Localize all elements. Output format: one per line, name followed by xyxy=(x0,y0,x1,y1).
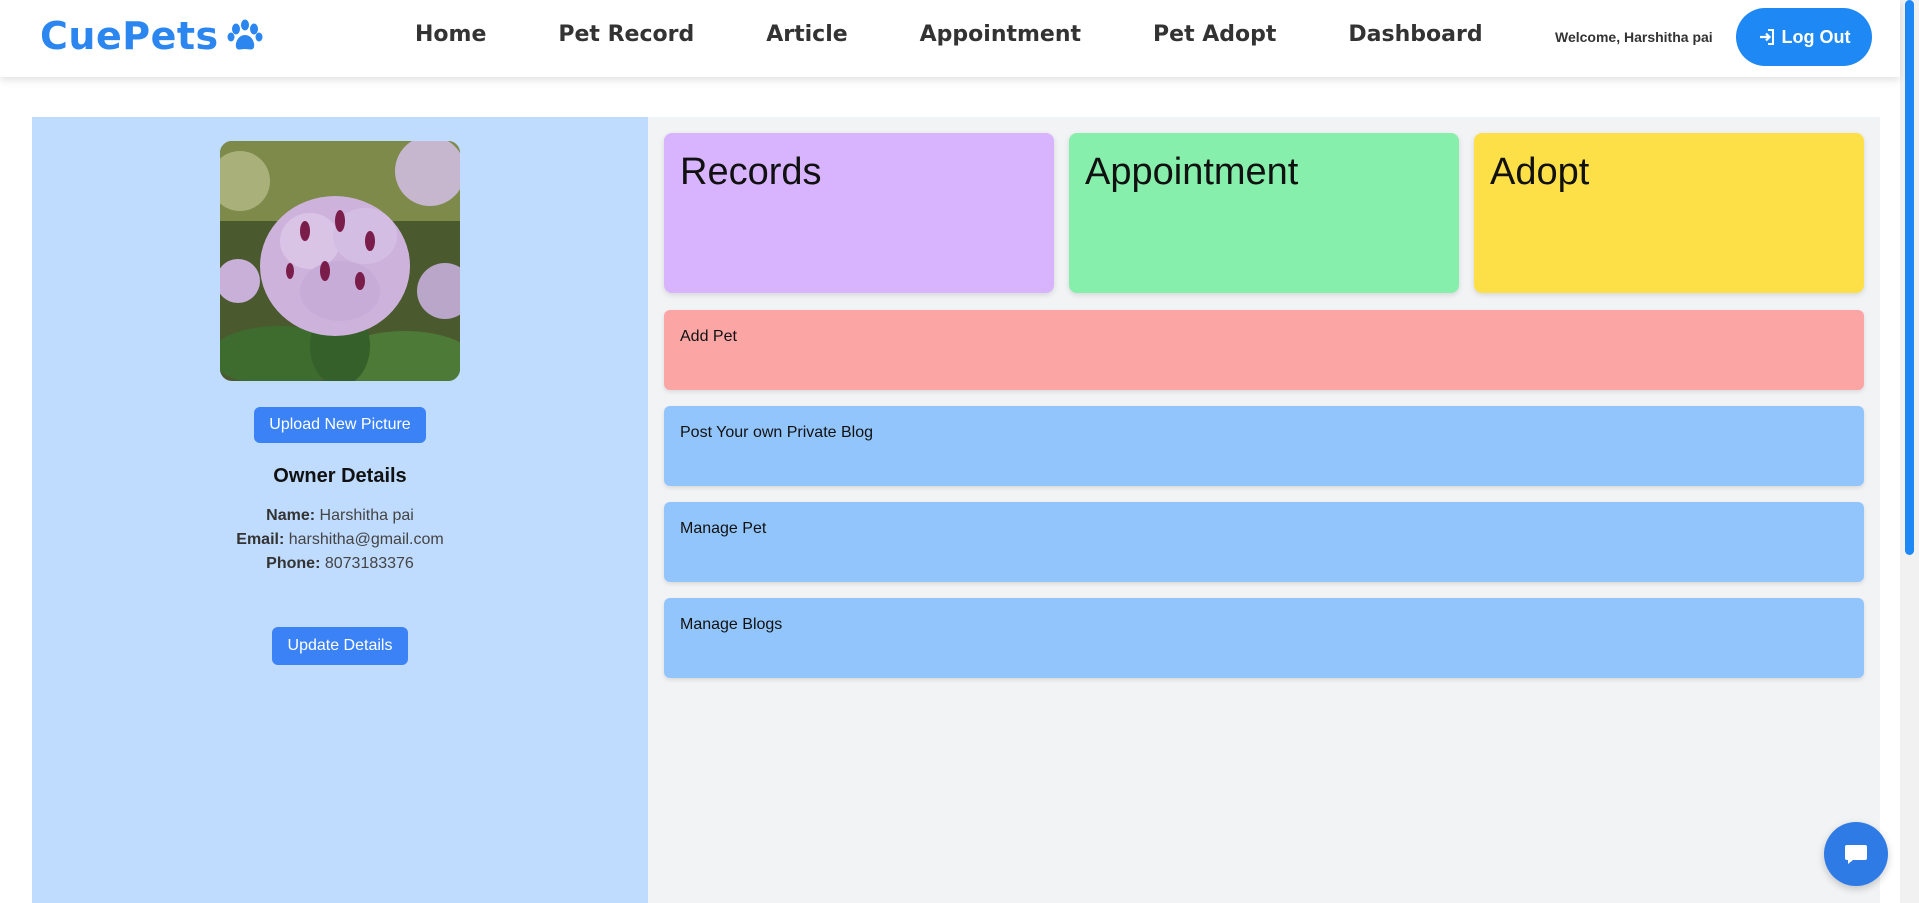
appointment-card-label: Appointment xyxy=(1085,151,1299,193)
manage-pet-button[interactable]: Manage Pet xyxy=(664,502,1864,582)
records-card-label: Records xyxy=(680,151,822,193)
owner-phone-line: Phone: 8073183376 xyxy=(32,555,648,573)
email-label: Email: xyxy=(236,531,285,548)
owner-details-title: Owner Details xyxy=(273,465,407,487)
nav-article[interactable]: Article xyxy=(766,22,847,47)
appointment-card[interactable]: Appointment xyxy=(1069,133,1459,293)
owner-name-line: Name: Harshitha pai xyxy=(32,507,648,525)
nav-dashboard[interactable]: Dashboard xyxy=(1348,22,1482,47)
paw-icon xyxy=(227,19,263,50)
owner-email-line: Email: harshitha@gmail.com xyxy=(32,531,648,549)
adopt-card-label: Adopt xyxy=(1490,151,1590,193)
main-nav: Home Pet Record Article Appointment Pet … xyxy=(415,22,1483,47)
adopt-card[interactable]: Adopt xyxy=(1474,133,1864,293)
logout-button[interactable]: Log Out xyxy=(1736,8,1872,66)
profile-picture xyxy=(220,141,460,381)
logo[interactable]: CuePets xyxy=(40,14,263,58)
welcome-text: Welcome, Harshitha pai xyxy=(1555,29,1713,45)
owner-phone: 8073183376 xyxy=(324,555,414,572)
update-details-button[interactable]: Update Details xyxy=(272,627,408,665)
chat-bubble-icon xyxy=(1845,845,1867,864)
records-card[interactable]: Records xyxy=(664,133,1054,293)
owner-email: harshitha@gmail.com xyxy=(288,531,444,548)
post-blog-button[interactable]: Post Your own Private Blog xyxy=(664,406,1864,486)
name-label: Name: xyxy=(266,507,316,524)
chat-button[interactable] xyxy=(1824,822,1888,886)
profile-panel: Upload New Picture Owner Details Name: H… xyxy=(32,117,648,903)
top-navbar: CuePets Home Pet Record Article Appointm… xyxy=(0,0,1900,77)
owner-name: Harshitha pai xyxy=(319,507,414,524)
nav-pet-record[interactable]: Pet Record xyxy=(558,22,694,47)
scrollbar-thumb[interactable] xyxy=(1905,0,1914,555)
nav-pet-adopt[interactable]: Pet Adopt xyxy=(1153,22,1276,47)
upload-picture-button[interactable]: Upload New Picture xyxy=(254,407,426,443)
logo-text: CuePets xyxy=(40,14,219,58)
login-icon xyxy=(1759,29,1774,45)
nav-home[interactable]: Home xyxy=(415,22,486,47)
manage-blogs-button[interactable]: Manage Blogs xyxy=(664,598,1864,678)
phone-label: Phone: xyxy=(266,555,321,572)
logout-label: Log Out xyxy=(1781,26,1851,47)
add-pet-button[interactable]: Add Pet xyxy=(664,310,1864,390)
dashboard-area: Records Appointment Adopt Add Pet Post Y… xyxy=(648,117,1880,903)
nav-appointment[interactable]: Appointment xyxy=(920,22,1081,47)
